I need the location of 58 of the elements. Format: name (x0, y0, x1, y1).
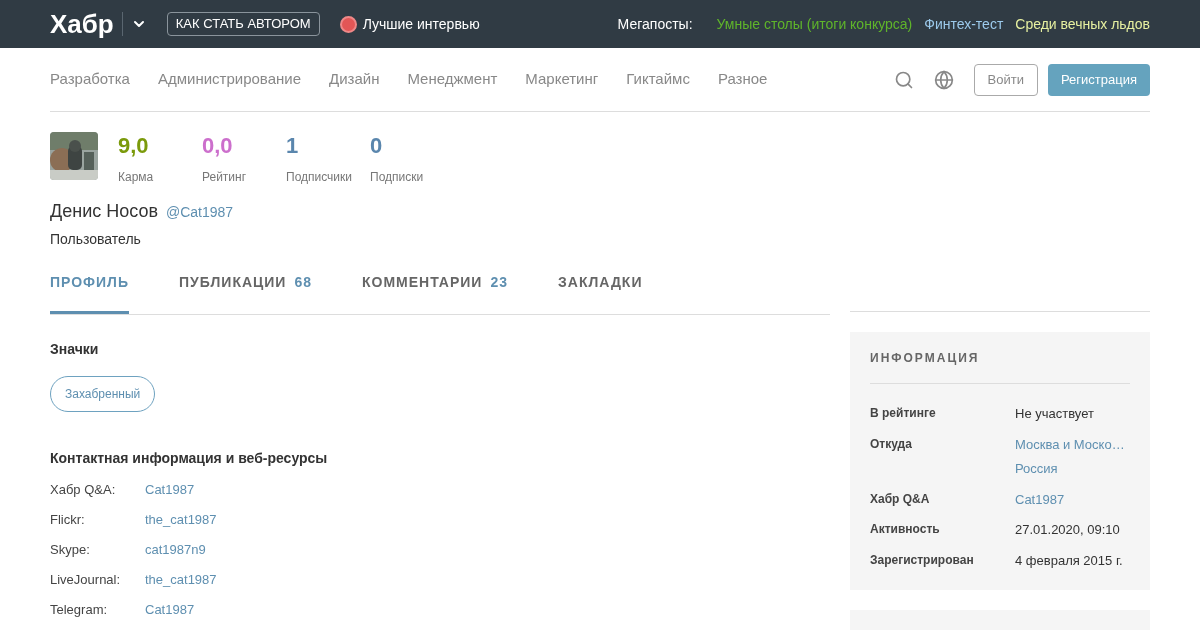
stat-value: 0 (370, 132, 384, 160)
megapost-link[interactable]: Финтех-тест (924, 13, 1004, 35)
section-title: Контактная информация и веб-ресурсы (50, 449, 329, 468)
info-link[interactable]: Cat1987 (1015, 489, 1065, 509)
info-label: В рейтинге (870, 405, 937, 422)
info-value: 4 февраля 2015 г. (1015, 551, 1123, 570)
stat-label: Подписки (370, 169, 425, 186)
stat-label: Рейтинг (202, 169, 248, 186)
register-button[interactable]: Регистрация (1048, 63, 1150, 96)
stat-label: Карма (118, 169, 155, 186)
stat-value: 1 (286, 132, 300, 160)
user-role: Пользователь (50, 230, 142, 249)
nav-link[interactable]: Разное (717, 68, 768, 91)
contact-link[interactable]: the_cat1987 (145, 510, 217, 530)
nav-link[interactable]: Дизайн (329, 68, 380, 91)
contact-label: LiveJournal: (50, 571, 122, 590)
contact-label: Telegram: (50, 601, 109, 620)
language-icon[interactable] (933, 69, 954, 90)
logo[interactable]: Хабр (50, 4, 114, 44)
megapost-link[interactable]: Среди вечных льдов (1015, 13, 1150, 35)
stat-value: 9,0 (118, 132, 150, 160)
info-label: Хабр Q&A (870, 490, 931, 508)
profile-tab[interactable]: ПУБЛИКАЦИИ 68 (179, 272, 312, 314)
profile-tab[interactable]: ПРОФИЛЬ (50, 272, 129, 314)
info-label: Зарегистрирован (870, 551, 975, 569)
info-link[interactable]: Москва и Моско… (1015, 434, 1125, 454)
contact-label: Flickr: (50, 511, 86, 530)
contact-label: Хабр Q&A: (50, 481, 117, 500)
profile-tab[interactable]: ЗАКЛАДКИ (558, 272, 643, 314)
info-value: Не участвует (1015, 405, 1094, 423)
stat-value: 0,0 (202, 132, 234, 160)
login-button[interactable]: Войти (973, 63, 1038, 96)
info-value: 27.01.2020, 09:10 (1015, 521, 1120, 539)
author-button[interactable]: КАК СТАТЬ АВТОРОМ (166, 12, 320, 36)
user-name: Денис Носов (50, 200, 158, 223)
nav-link[interactable]: Маркетинг (525, 68, 599, 91)
panel-title: ИНФОРМАЦИЯ (870, 349, 1130, 384)
nav-link[interactable]: Гиктаймс (626, 68, 690, 91)
nickname-link[interactable]: @Cat1987 (166, 202, 234, 223)
contact-label: Skype: (50, 541, 91, 560)
profile-tab[interactable]: КОММЕНТАРИИ 23 (362, 272, 508, 314)
megaposts-label: Мегапосты: (617, 14, 693, 34)
nav-link[interactable]: Администрирование (157, 68, 301, 91)
nav-link[interactable]: Разработка (50, 68, 130, 91)
info-link[interactable]: Россия (1015, 459, 1125, 479)
info-label: Откуда (870, 435, 913, 453)
megapost-link[interactable]: Умные столы (итоги конкурса) (716, 13, 913, 35)
info-label: Активность (870, 521, 941, 538)
contact-link[interactable]: Cat1987 (145, 480, 195, 500)
contact-link[interactable]: cat1987n9 (145, 540, 206, 560)
promo-link[interactable]: Лучшие интервью (362, 13, 480, 35)
search-icon[interactable] (893, 69, 914, 90)
stat-label: Подписчики (286, 169, 353, 186)
contact-link[interactable]: Cat1987 (145, 600, 195, 620)
contact-link[interactable]: the_cat1987 (145, 570, 217, 590)
record-icon (339, 15, 357, 33)
nav-link[interactable]: Менеджмент (407, 68, 498, 91)
section-title: Значки (50, 340, 100, 359)
